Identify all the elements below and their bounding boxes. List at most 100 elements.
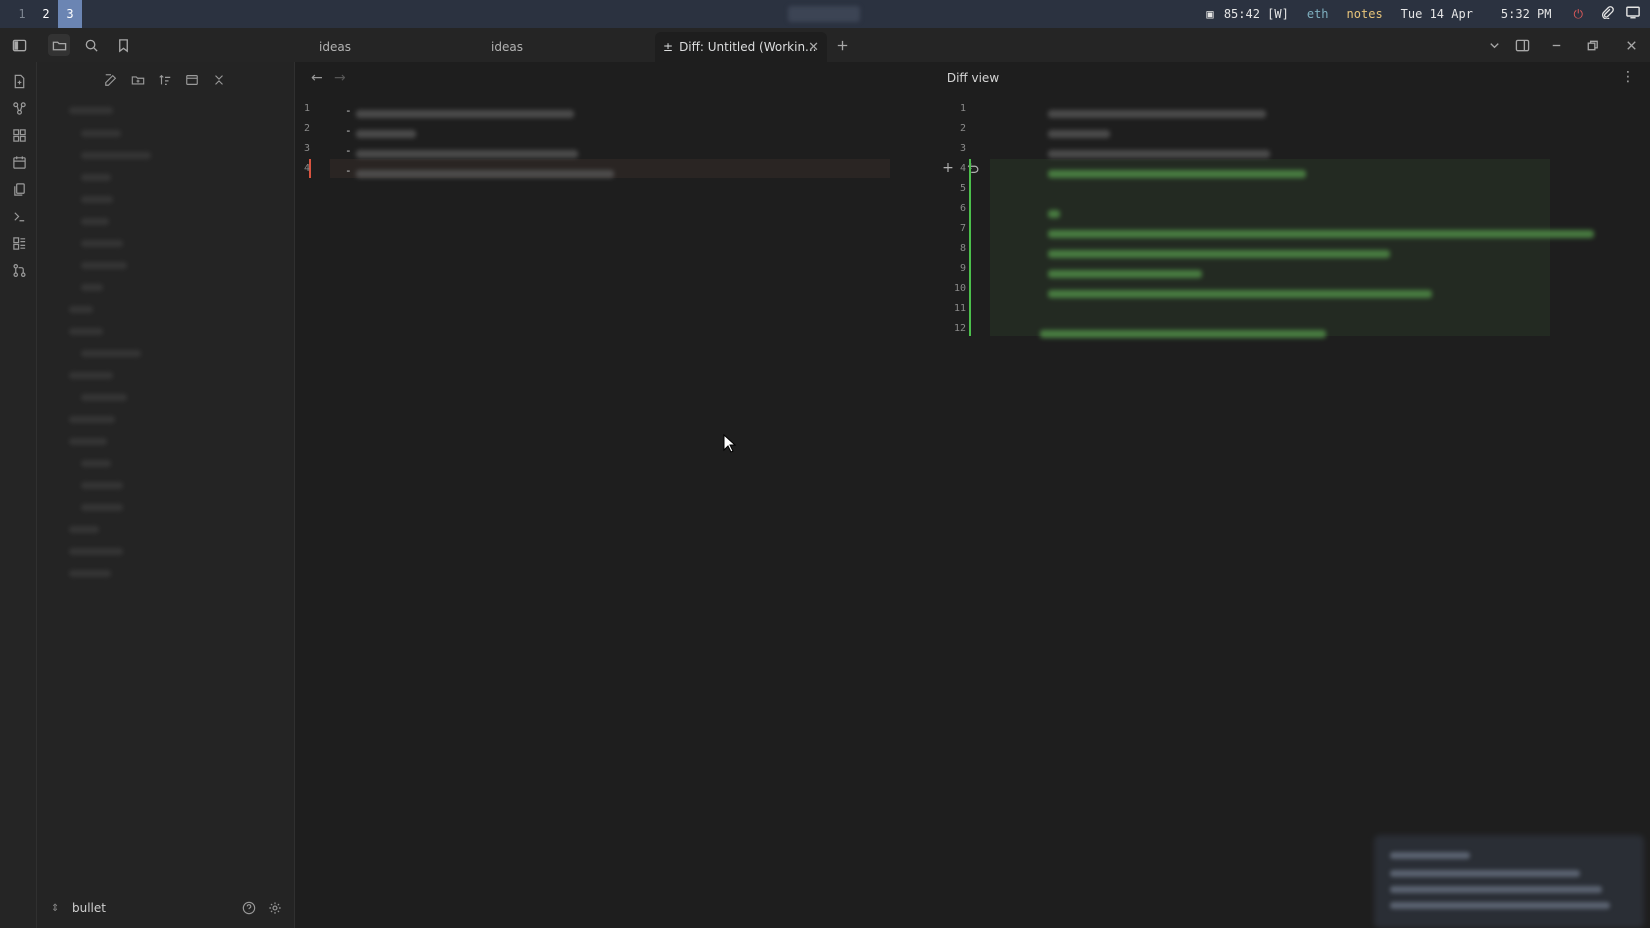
tree-item[interactable]	[81, 504, 123, 511]
folder-icon[interactable]	[48, 34, 70, 56]
line-number: 10	[953, 283, 966, 294]
redacted-added-text	[1040, 330, 1326, 338]
line-number: 1	[303, 103, 310, 114]
tree-item[interactable]	[69, 107, 113, 114]
workspace-1[interactable]: 1	[10, 0, 34, 28]
close-window-icon[interactable]	[1620, 34, 1642, 56]
templates-icon[interactable]	[9, 233, 29, 253]
line-number: 3	[303, 143, 310, 154]
tree-item[interactable]	[81, 262, 127, 269]
vault-switch-icon[interactable]: ⇕	[51, 903, 59, 914]
sidebar-toggle-icon[interactable]	[8, 34, 30, 56]
tree-item[interactable]	[81, 152, 151, 159]
attachment-icon[interactable]	[1601, 6, 1614, 22]
toast-text-redacted	[1390, 870, 1580, 877]
diff-icon: ±	[663, 40, 674, 54]
tree-item[interactable]	[81, 218, 109, 225]
tree-item[interactable]	[81, 460, 111, 467]
bullet-marker: -	[345, 124, 352, 137]
vault-name[interactable]: bullet	[72, 901, 106, 915]
redacted-added-text	[1048, 250, 1390, 258]
display-icon[interactable]	[1626, 6, 1640, 22]
date-display: Tue 14 Apr	[1400, 7, 1473, 21]
tree-item[interactable]	[81, 240, 123, 247]
battery-icon: ▣	[1206, 7, 1214, 21]
redacted-text	[356, 150, 578, 158]
collapse-all-icon[interactable]	[209, 70, 229, 90]
git-icon[interactable]	[9, 260, 29, 280]
more-options-icon[interactable]: ⋮	[1621, 69, 1635, 85]
line-number: 12	[953, 323, 966, 334]
redacted-added-text	[1048, 270, 1202, 278]
restore-icon[interactable]	[1581, 34, 1603, 56]
tree-item[interactable]	[69, 570, 111, 577]
calendar-icon[interactable]	[9, 152, 29, 172]
bullet-marker: -	[345, 144, 352, 157]
toast-text-redacted	[1390, 902, 1610, 909]
tab-diff[interactable]: ± Diff: Untitled (Workin... ✕	[655, 32, 827, 62]
new-folder-icon[interactable]	[128, 70, 148, 90]
line-number: 2	[959, 123, 966, 134]
new-note-icon[interactable]	[101, 70, 121, 90]
tree-item[interactable]	[69, 372, 113, 379]
new-tab-icon[interactable]	[831, 34, 853, 56]
redacted-added-text	[1048, 290, 1432, 298]
line-number: 4	[303, 163, 310, 174]
tree-item[interactable]	[81, 394, 127, 401]
canvas-icon[interactable]	[9, 125, 29, 145]
tree-item[interactable]	[69, 306, 93, 313]
mouse-pointer-icon	[723, 434, 737, 453]
search-icon[interactable]	[80, 34, 102, 56]
minimize-icon[interactable]	[1545, 34, 1567, 56]
collapse-panel-icon[interactable]	[182, 70, 202, 90]
tab-ideas-1[interactable]: ideas	[305, 32, 475, 62]
graph-icon[interactable]	[9, 98, 29, 118]
tree-item[interactable]	[69, 438, 107, 445]
redacted-text	[1048, 130, 1110, 138]
tree-item[interactable]	[69, 416, 115, 423]
added-lines-highlight	[990, 159, 1550, 336]
vault-footer: ⇕ bullet	[37, 888, 294, 928]
tree-item[interactable]	[69, 526, 99, 533]
help-icon[interactable]	[240, 899, 258, 917]
redacted-text	[1048, 110, 1266, 118]
redacted-added-text	[1048, 230, 1594, 238]
tab-ideas-2[interactable]: ideas	[477, 32, 653, 62]
notes-indicator[interactable]: notes	[1347, 7, 1383, 21]
line-number: 11	[953, 303, 966, 314]
tree-item[interactable]	[81, 482, 123, 489]
workspace-2[interactable]: 2	[34, 0, 58, 28]
tree-item[interactable]	[81, 350, 141, 357]
redacted-text	[356, 170, 614, 178]
toast-text-redacted	[1390, 886, 1602, 893]
line-number: 6	[959, 203, 966, 214]
power-icon[interactable]: ⏻	[1574, 7, 1584, 22]
sort-icon[interactable]	[155, 70, 175, 90]
notification-toast[interactable]	[1374, 835, 1644, 928]
chevron-down-icon[interactable]	[1483, 34, 1505, 56]
system-bar: 1 2 3 ▣ 85:42 [W] eth notes Tue 14 Apr 5…	[0, 0, 1650, 28]
diff-view: ← → Diff view ⋮ 1 2 3 4 - - - - + 1 2 3 …	[296, 62, 1650, 928]
pages-icon[interactable]	[9, 179, 29, 199]
line-number: 1	[959, 103, 966, 114]
workspace-switcher: 1 2 3	[10, 0, 82, 28]
tree-item[interactable]	[69, 548, 123, 555]
redacted-text	[356, 130, 416, 138]
line-number: 9	[959, 263, 966, 274]
terminal-icon[interactable]	[9, 206, 29, 226]
tree-item[interactable]	[81, 284, 103, 291]
workspace-3[interactable]: 3	[58, 0, 82, 28]
tree-item[interactable]	[81, 130, 121, 137]
view-title: Diff view	[946, 71, 1000, 85]
line-number: 4	[959, 163, 966, 174]
tree-item[interactable]	[81, 174, 111, 181]
gear-icon[interactable]	[266, 899, 284, 917]
tree-item[interactable]	[69, 328, 103, 335]
right-sidebar-icon[interactable]	[1511, 34, 1533, 56]
line-number: 7	[959, 223, 966, 234]
new-note-icon[interactable]	[9, 71, 29, 91]
bookmark-icon[interactable]	[112, 34, 134, 56]
line-number: 5	[959, 183, 966, 194]
tree-item[interactable]	[81, 196, 113, 203]
close-icon[interactable]: ✕	[808, 40, 819, 55]
